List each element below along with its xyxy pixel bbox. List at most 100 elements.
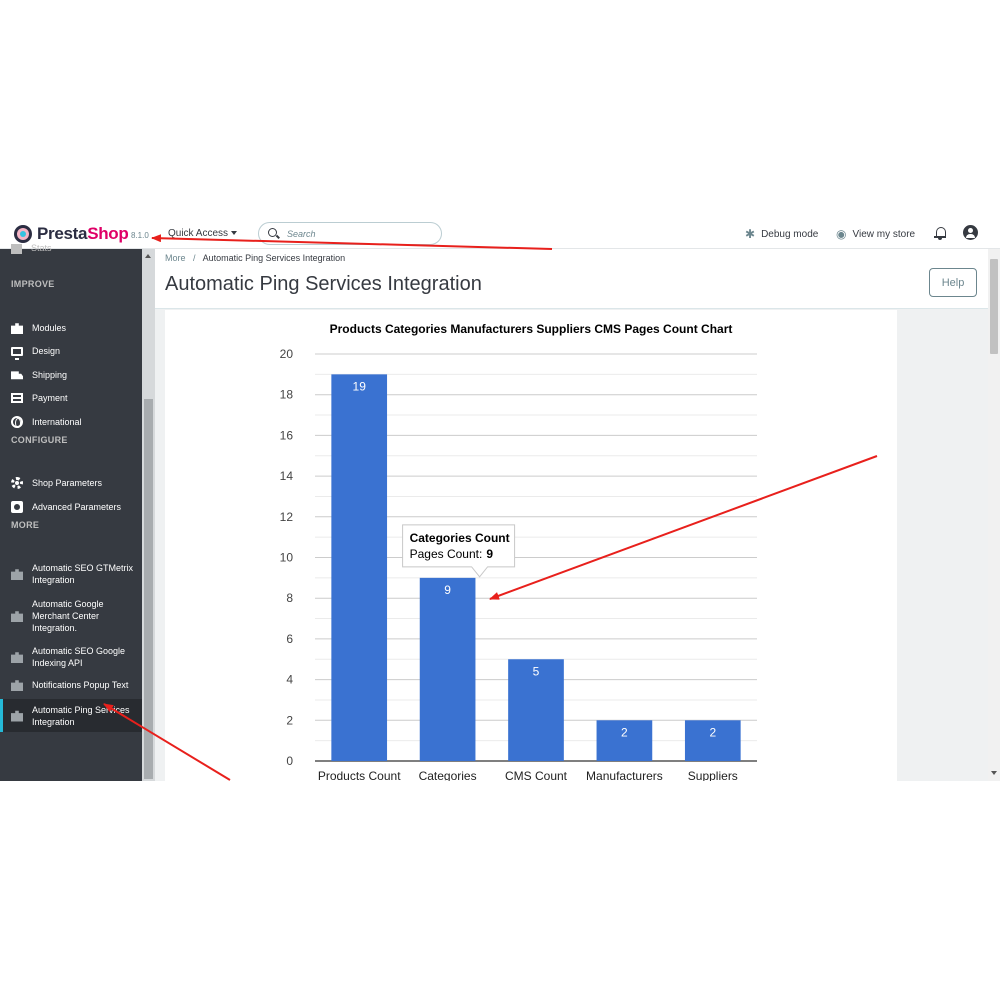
- y-tick-label: 18: [280, 388, 294, 402]
- puzzle-icon: [11, 680, 23, 691]
- caret-down-icon: [231, 231, 238, 236]
- version-label: 8.1.0: [131, 231, 149, 240]
- puzzle-icon: [11, 323, 23, 334]
- x-tick-label: Categories: [419, 769, 477, 781]
- brand-shop: Shop: [87, 224, 129, 243]
- bar-data-label: 9: [444, 583, 451, 597]
- main-content: More / Automatic Ping Services Integrati…: [155, 249, 988, 781]
- sidebar-item-google-merchant[interactable]: Automatic Google Merchant Center Integra…: [0, 598, 142, 634]
- x-tick-label: Manufacturers: [586, 769, 663, 781]
- sidebar-item-label: Automatic Ping Services Integration: [32, 704, 130, 727]
- search-icon: [268, 228, 277, 237]
- debug-mode-label: Debug mode: [761, 228, 819, 240]
- puzzle-icon: [11, 569, 23, 580]
- top-header: PrestaShop 8.1.0 Quick Access ✱ Debug mod…: [0, 219, 1000, 249]
- sidebar-item-label: Advanced Parameters: [32, 502, 122, 512]
- sidebar-item-payment[interactable]: Payment: [0, 392, 142, 404]
- puzzle-icon: [11, 710, 23, 722]
- y-tick-label: 10: [280, 551, 294, 565]
- sidebar-item-label: Automatic Google Merchant Center Integra…: [32, 599, 104, 633]
- advanced-settings-icon: [11, 501, 23, 513]
- y-tick-label: 12: [280, 510, 294, 524]
- x-tick-label: Suppliers: [688, 769, 738, 781]
- sidebar-item-design[interactable]: Design: [0, 345, 142, 360]
- sidebar-scroll-thumb[interactable]: [144, 399, 153, 779]
- app-screen: PrestaShop 8.1.0 Quick Access ✱ Debug mod…: [0, 219, 1000, 781]
- sidebar-item-modules[interactable]: Modules: [0, 322, 142, 334]
- main-scrollbar[interactable]: [988, 249, 1000, 781]
- chart-panel: Products Categories Manufacturers Suppli…: [165, 310, 897, 781]
- section-title-configure: CONFIGURE: [11, 435, 68, 445]
- tooltip-title: Categories Count: [410, 531, 510, 545]
- sidebar-item-label: Stats: [31, 243, 52, 253]
- bar-data-label: 5: [533, 664, 540, 678]
- sidebar-item-label: Notifications Popup Text: [32, 680, 129, 690]
- breadcrumb-parent[interactable]: More: [165, 253, 186, 263]
- quick-access-dropdown[interactable]: Quick Access: [168, 228, 238, 239]
- chart-tooltip: Categories Count Pages Count: 9: [402, 524, 516, 578]
- tooltip-value-line: Pages Count: 9: [410, 547, 494, 561]
- help-button[interactable]: Help: [929, 268, 977, 297]
- y-tick-label: 2: [286, 713, 293, 727]
- sidebar-item-notifications-popup[interactable]: Notifications Popup Text: [0, 679, 142, 691]
- sidebar-item-international[interactable]: International: [0, 416, 142, 428]
- sidebar-item-seo-gtmetrix[interactable]: Automatic SEO GTMetrix Integration: [0, 562, 142, 586]
- sidebar-item-label: Automatic SEO GTMetrix Integration: [32, 563, 134, 585]
- sidebar-scrollbar[interactable]: [142, 249, 155, 781]
- sidebar-item-shipping[interactable]: Shipping: [0, 369, 142, 381]
- bar-chart: Products Categories Manufacturers Suppli…: [280, 322, 757, 781]
- credit-card-icon: [11, 393, 23, 403]
- sidebar-item-label: International: [32, 417, 82, 427]
- tooltip-value: 9: [486, 547, 493, 561]
- y-axis-ticks: 0 2 4 6 8 10 12 14 16 18 20: [280, 347, 294, 768]
- sidebar-item-advanced-parameters[interactable]: Advanced Parameters: [0, 501, 142, 513]
- bar[interactable]: [331, 374, 388, 761]
- sidebar-item-label: Shipping: [32, 370, 68, 380]
- breadcrumb-separator: /: [193, 253, 196, 263]
- prestashop-logo[interactable]: PrestaShop: [14, 224, 129, 244]
- brand-presta: Presta: [37, 224, 88, 243]
- y-tick-label: 8: [286, 591, 293, 605]
- y-tick-label: 14: [280, 469, 294, 483]
- bell-icon[interactable]: [934, 226, 946, 240]
- sidebar-item-label: Design: [32, 346, 61, 356]
- tooltip-label: Pages Count:: [410, 547, 483, 561]
- scroll-up-arrow-icon[interactable]: [145, 254, 151, 258]
- bug-icon: ✱: [745, 227, 756, 241]
- eye-icon: ◉: [836, 227, 847, 241]
- prestashop-logo-icon: [14, 225, 32, 243]
- sidebar-item-label: Modules: [32, 323, 67, 333]
- x-axis-ticks: Products Count Categories CMS Count Manufac…: [318, 769, 738, 781]
- x-tick-label: CMS Count: [505, 769, 568, 781]
- sidebar-item-google-indexing[interactable]: Automatic SEO Google Indexing API: [0, 645, 142, 669]
- search-input[interactable]: [287, 227, 437, 241]
- main-scroll-thumb[interactable]: [990, 259, 998, 354]
- search-box[interactable]: [258, 222, 442, 245]
- bar-data-label: 2: [621, 725, 628, 739]
- debug-mode-link[interactable]: ✱ Debug mode: [745, 227, 818, 241]
- sidebar-item-label: Shop Parameters: [32, 478, 103, 488]
- sidebar-item-ping-services[interactable]: Automatic Ping Services Integration: [0, 699, 142, 732]
- globe-icon: [11, 416, 23, 428]
- chart-title: Products Categories Manufacturers Suppli…: [330, 322, 733, 336]
- breadcrumb: More / Automatic Ping Services Integrati…: [165, 253, 345, 263]
- sidebar-item-label: Automatic SEO Google Indexing API: [32, 646, 126, 668]
- sidebar-item-shop-parameters[interactable]: Shop Parameters: [0, 477, 142, 489]
- chart-bars: 19 9 5 2 2: [331, 374, 741, 761]
- page-title: Automatic Ping Services Integration: [165, 273, 482, 295]
- y-tick-label: 20: [280, 347, 294, 361]
- stats-icon: [11, 243, 22, 254]
- view-store-label: View my store: [852, 228, 916, 240]
- breadcrumb-current: Automatic Ping Services Integration: [202, 253, 346, 263]
- y-tick-label: 6: [286, 632, 293, 646]
- scroll-down-arrow-icon[interactable]: [991, 771, 997, 775]
- sidebar-item-stats[interactable]: Stats: [11, 243, 52, 254]
- sidebar-nav: Stats IMPROVE Modules Design Shipping Pa…: [0, 243, 155, 781]
- brand-name: PrestaShop: [37, 224, 129, 244]
- bar[interactable]: [419, 577, 476, 761]
- view-store-link[interactable]: ◉ View my store: [836, 227, 915, 241]
- page-toolbar: More / Automatic Ping Services Integrati…: [155, 249, 988, 309]
- section-title-improve: IMPROVE: [11, 279, 55, 289]
- user-account-icon[interactable]: [963, 225, 978, 240]
- y-tick-label: 0: [286, 754, 293, 768]
